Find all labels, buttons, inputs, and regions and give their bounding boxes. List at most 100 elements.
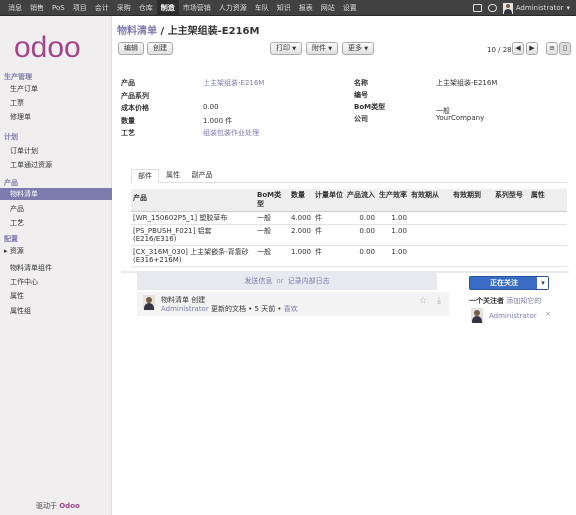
sidebar-item-label: 物料清单组件 <box>10 264 52 272</box>
table-cell: 4.000 <box>288 211 314 225</box>
sidebar-section-title: 计划 <box>4 133 18 141</box>
field-label: 公司 <box>354 115 368 123</box>
table-cell <box>492 224 529 246</box>
message-meta: Administrator 更新的文档 • 5 天前 • 喜欢 <box>161 304 298 314</box>
user-menu[interactable]: Administrator ▾ <box>502 2 570 14</box>
message-author[interactable]: Administrator <box>161 305 209 313</box>
notebook-tabs: 部件 属性 副产品 <box>131 169 567 183</box>
sidebar-item[interactable]: 生产订单 <box>10 84 38 94</box>
top-menu-item[interactable]: 销售 <box>26 0 48 16</box>
sidebar-item[interactable]: 工作中心 <box>10 277 38 287</box>
table-cell: 一般 <box>254 245 289 267</box>
top-menu-item[interactable]: 制造 <box>156 0 179 16</box>
tab[interactable]: 属性 <box>161 169 185 183</box>
breadcrumb-parent[interactable]: 物料清单 <box>117 26 157 37</box>
logout-icon[interactable] <box>472 4 482 12</box>
table-header-row: 产品 BoM类型 数量 计量单位 产品流入 生产效率 有效期从 有效期到 系列型号 属性 <box>131 189 567 212</box>
sidebar: odoo 生产管理 生产订单 工票 修理单 计划 订单计划 工单通过资源 产品 物料清单 产品 工艺… <box>0 16 112 515</box>
sidebar-item[interactable]: 属性组 <box>10 306 31 316</box>
control-panel: 编辑 创建 打印 ▼ 附件 ▼ 更多 ▼ 10 / 28 ◀ ▶ ≡ ▯ <box>113 42 576 58</box>
top-menu-item[interactable]: 知识 <box>273 0 295 16</box>
star-icon[interactable]: ☆ <box>419 296 427 306</box>
sidebar-item[interactable]: ▸ 资源 <box>4 246 24 256</box>
top-menu-item[interactable]: PoS <box>48 0 69 16</box>
follower-item: Administrator × <box>469 307 553 323</box>
sidebar-item[interactable]: 产品 <box>10 204 24 214</box>
tab[interactable]: 副产品 <box>187 169 217 183</box>
print-button[interactable]: 打印 ▼ <box>270 42 302 55</box>
more-button[interactable]: 更多 ▼ <box>342 42 374 55</box>
field-value[interactable]: 上主架组装-E216M <box>203 78 264 88</box>
sidebar-item-label: 工艺 <box>10 219 24 227</box>
sidebar-item[interactable]: 物料清单 <box>0 188 112 200</box>
top-menu-item[interactable]: 市场营销 <box>179 0 215 16</box>
table-row[interactable]: [WR_150602P5_1] 塑胶草布 一般 4.000 件 0.00 1.00 <box>131 211 567 225</box>
table-cell: 1.000 <box>288 245 314 267</box>
top-menu-item[interactable]: 设置 <box>339 0 361 16</box>
sidebar-item[interactable]: 属性 <box>10 291 24 301</box>
prev-button[interactable]: ◀ <box>512 42 524 55</box>
more-label: 更多 <box>347 44 362 52</box>
table-cell: [CX_316M_030] 上主架嵌条-背靠砂(E316+216M) <box>131 245 255 267</box>
top-menu-item[interactable]: 消息 <box>4 0 26 16</box>
sidebar-item[interactable]: 工艺 <box>10 218 24 228</box>
sidebar-item[interactable]: 工票 <box>10 98 24 108</box>
like-link[interactable]: 喜欢 <box>284 305 298 313</box>
top-menu-item[interactable]: 仓库 <box>135 0 157 16</box>
sidebar-item[interactable]: 工单通过资源 <box>10 160 52 170</box>
edit-button[interactable]: 编辑 <box>118 42 144 55</box>
sidebar-item[interactable]: 物料清单组件 <box>10 263 52 273</box>
chevron-down-icon[interactable]: ▾ <box>537 277 548 289</box>
top-menu-item[interactable]: 网站 <box>317 0 339 16</box>
table-cell: 一般 <box>254 211 289 225</box>
sidebar-item[interactable]: 订单计划 <box>10 146 38 156</box>
list-view-button[interactable]: ≡ <box>546 42 558 55</box>
table-cell: [PS_PBUSH_F021] 铝套(E216/E316) <box>131 224 255 246</box>
list-icon: ≡ <box>549 44 555 52</box>
powered-by: 驱动于 Odoo <box>36 501 80 511</box>
column-header: 数量 <box>288 189 314 212</box>
followers-header: 一个关注者 添加知它的 <box>469 296 541 306</box>
table-cell: 一般 <box>254 224 289 246</box>
follow-button[interactable]: 正在关注 ▾ <box>469 276 549 290</box>
table-cell <box>492 245 529 267</box>
sidebar-item-label: 属性组 <box>10 307 31 315</box>
sidebar-item[interactable]: 修理单 <box>10 112 31 122</box>
top-menu-item[interactable]: 项目 <box>69 0 91 16</box>
table-cell: 1.00 <box>376 224 409 246</box>
table-row[interactable]: [CX_316M_030] 上主架嵌条-背靠砂(E316+216M) 一般 1.00… <box>131 245 567 267</box>
caret-down-icon: ▼ <box>364 46 369 52</box>
top-menu-item[interactable]: 人力资源 <box>215 0 251 16</box>
field-value[interactable]: 组装包装作业处理 <box>203 128 259 138</box>
tab[interactable]: 部件 <box>131 169 159 183</box>
follower-avatar <box>471 308 483 323</box>
table-cell: 件 <box>313 245 345 267</box>
send-message-link[interactable]: 发送信息 <box>244 277 272 285</box>
attachment-button[interactable]: 附件 ▼ <box>306 42 338 55</box>
top-menu-item[interactable]: 报表 <box>295 0 317 16</box>
field-label: 成本价格 <box>121 104 149 112</box>
chatter-message: 物料清单 创建 Administrator 更新的文档 • 5 天前 • 喜欢 … <box>137 292 449 316</box>
field-label: 工艺 <box>121 129 135 137</box>
top-menu-item[interactable]: 采购 <box>113 0 135 16</box>
powered-by-brand[interactable]: Odoo <box>59 502 80 510</box>
remove-follower-icon[interactable]: × <box>545 310 551 318</box>
log-note-link[interactable]: 记录内部日志 <box>288 277 330 285</box>
download-icon[interactable]: ⤓ <box>437 296 441 306</box>
table-row[interactable]: [PS_PBUSH_F021] 铝套(E216/E316) 一般 2.000 件 0.0… <box>131 224 567 246</box>
breadcrumb: 物料清单 / 上主架组装-E216M <box>117 22 259 37</box>
table-cell: 1.00 <box>376 245 409 267</box>
next-button[interactable]: ▶ <box>526 42 538 55</box>
add-followers-link[interactable]: 添加知它的 <box>506 297 541 305</box>
top-menu-item[interactable]: 会计 <box>91 0 113 16</box>
arrow-left-icon: ◀ <box>515 44 521 52</box>
follower-name[interactable]: Administrator <box>489 312 537 320</box>
chat-icon[interactable] <box>487 4 497 12</box>
sidebar-item-label: 产品 <box>10 205 24 213</box>
attachment-label: 附件 <box>311 44 326 52</box>
user-avatar <box>502 2 513 14</box>
form-view-button[interactable]: ▯ <box>559 42 571 55</box>
sidebar-item-label: 生产订单 <box>10 85 38 93</box>
top-menu-item[interactable]: 车队 <box>251 0 273 16</box>
create-button[interactable]: 创建 <box>147 42 173 55</box>
